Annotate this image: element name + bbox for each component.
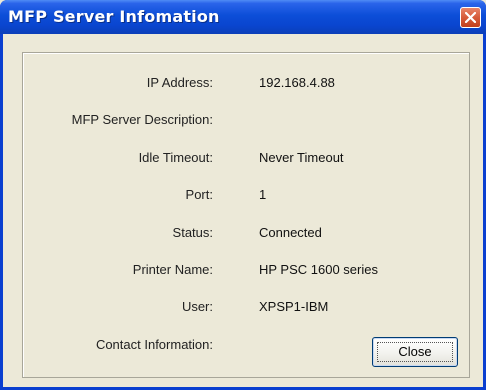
- idle-timeout-value: Never Timeout: [259, 150, 344, 165]
- close-button[interactable]: Close: [372, 337, 458, 367]
- close-icon: [465, 12, 476, 23]
- info-group-box: IP Address: 192.168.4.88 MFP Server Desc…: [22, 52, 470, 378]
- port-label: Port:: [185, 187, 213, 202]
- field-row-user: User: XPSP1-IBM: [23, 299, 469, 319]
- status-label: Status:: [172, 225, 213, 240]
- field-row-status: Status: Connected: [23, 225, 469, 245]
- dialog-body: IP Address: 192.168.4.88 MFP Server Desc…: [3, 34, 483, 387]
- ip-address-label: IP Address:: [146, 75, 213, 90]
- port-value: 1: [259, 187, 267, 202]
- idle-timeout-label: Idle Timeout:: [138, 150, 213, 165]
- status-value: Connected: [259, 225, 322, 240]
- window-title: MFP Server Infomation: [8, 7, 220, 26]
- field-row-description: MFP Server Description:: [23, 112, 469, 132]
- title-bar[interactable]: MFP Server Infomation: [0, 0, 486, 34]
- contact-label: Contact Information:: [95, 337, 213, 352]
- mfp-server-info-window: MFP Server Infomation IP Address: 192.16…: [0, 0, 486, 390]
- description-label: MFP Server Description:: [71, 112, 213, 127]
- title-close-button[interactable]: [460, 7, 481, 28]
- field-row-printer-name: Printer Name: HP PSC 1600 series: [23, 262, 469, 282]
- field-row-ip-address: IP Address: 192.168.4.88: [23, 75, 469, 95]
- field-row-idle-timeout: Idle Timeout: Never Timeout: [23, 150, 469, 170]
- user-value: XPSP1-IBM: [259, 299, 329, 314]
- user-label: User:: [181, 299, 213, 314]
- printer-name-label: Printer Name:: [132, 262, 213, 277]
- close-button-label: Close: [398, 344, 432, 359]
- ip-address-value: 192.168.4.88: [259, 75, 335, 90]
- printer-name-value: HP PSC 1600 series: [259, 262, 378, 277]
- field-row-port: Port: 1: [23, 187, 469, 207]
